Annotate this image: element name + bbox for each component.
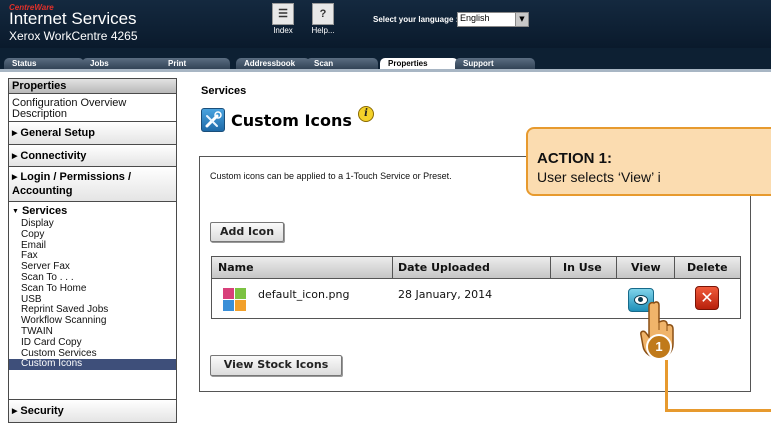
callout-connector [665, 360, 668, 412]
step-badge: 1 [646, 334, 672, 360]
callout-text: User selects ‘View’ i [537, 169, 661, 185]
callout-title: ACTION 1: [537, 150, 612, 167]
callout-connector [665, 409, 771, 412]
annotation-overlay: ACTION 1: User selects ‘View’ i [0, 0, 771, 446]
